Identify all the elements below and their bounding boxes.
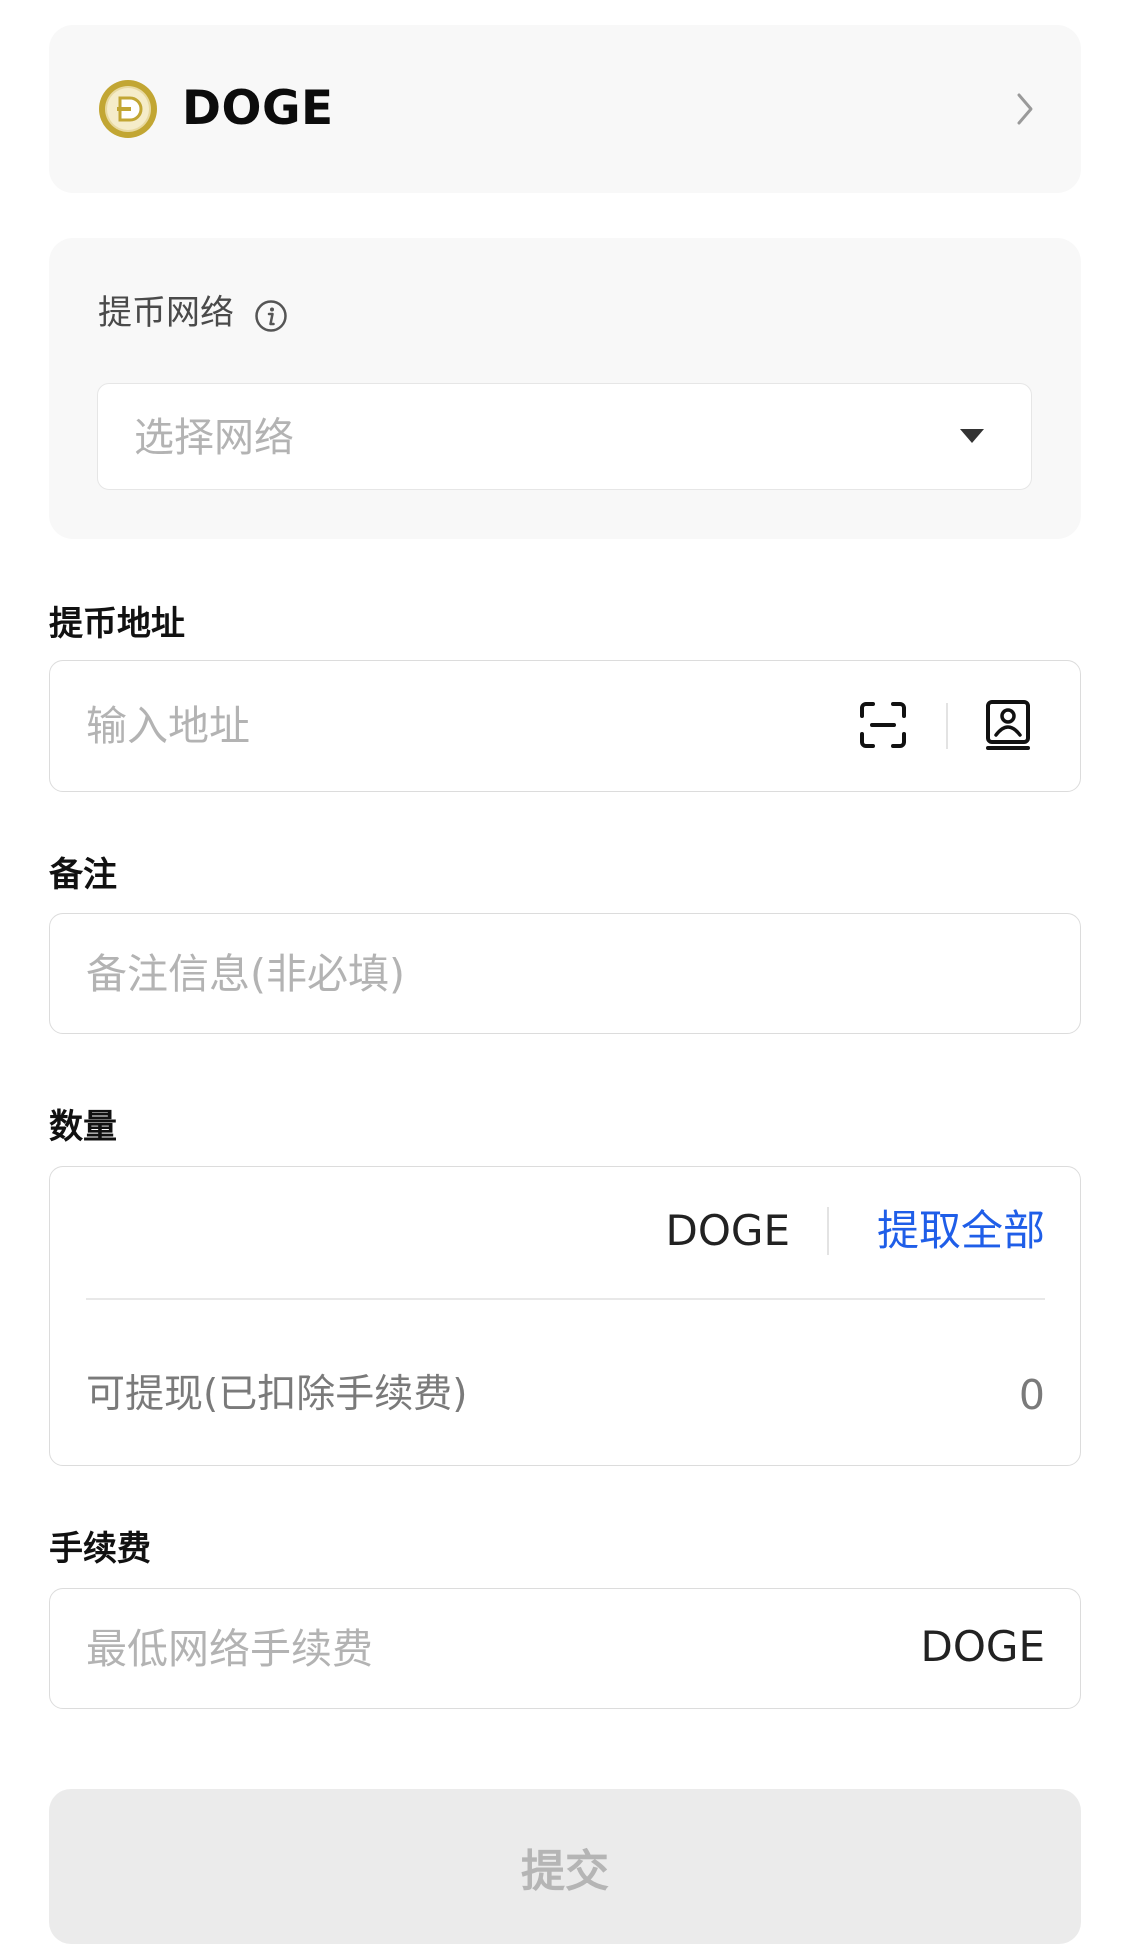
amount-input[interactable]: DOGE 提取全部 可提现(已扣除手续费) 0 [49, 1166, 1081, 1466]
network-select-placeholder: 选择网络 [134, 415, 294, 461]
coin-symbol: DOGE [182, 81, 334, 136]
chevron-right-icon [1017, 93, 1033, 125]
withdraw-all-link[interactable]: 提取全部 [877, 1207, 1045, 1255]
icon-divider [946, 703, 948, 749]
scan-icon[interactable] [859, 701, 907, 749]
amount-label: 数量 [49, 1107, 117, 1147]
amount-separator [86, 1298, 1045, 1300]
fee-unit: DOGE [920, 1622, 1045, 1671]
dogecoin-logo-icon [99, 80, 157, 138]
info-icon[interactable] [254, 299, 288, 333]
submit-button[interactable]: 提交 [49, 1789, 1081, 1944]
coin-selector[interactable]: DOGE [49, 25, 1081, 193]
withdraw-page: DOGE 提币网络 选择网络 提币地址 输入地址 备注 备注信息(非必填) 数量… [0, 0, 1125, 1951]
address-input[interactable]: 输入地址 [49, 660, 1081, 792]
fee-label: 手续费 [49, 1529, 151, 1569]
network-select[interactable]: 选择网络 [97, 383, 1032, 490]
amount-unit: DOGE [665, 1206, 790, 1255]
amount-divider [827, 1207, 829, 1255]
caret-down-icon [960, 429, 984, 443]
available-value: 0 [1018, 1371, 1045, 1419]
fee-placeholder: 最低网络手续费 [86, 1625, 373, 1673]
memo-label: 备注 [49, 855, 117, 895]
address-placeholder: 输入地址 [86, 702, 250, 750]
memo-input[interactable]: 备注信息(非必填) [49, 913, 1081, 1034]
fee-field[interactable]: 最低网络手续费 DOGE [49, 1588, 1081, 1709]
network-label: 提币网络 [98, 293, 234, 333]
address-label: 提币地址 [49, 604, 185, 644]
network-section: 提币网络 选择网络 [49, 238, 1081, 539]
address-book-icon[interactable] [985, 699, 1031, 751]
available-label: 可提现(已扣除手续费) [86, 1372, 468, 1417]
memo-placeholder: 备注信息(非必填) [86, 950, 405, 998]
